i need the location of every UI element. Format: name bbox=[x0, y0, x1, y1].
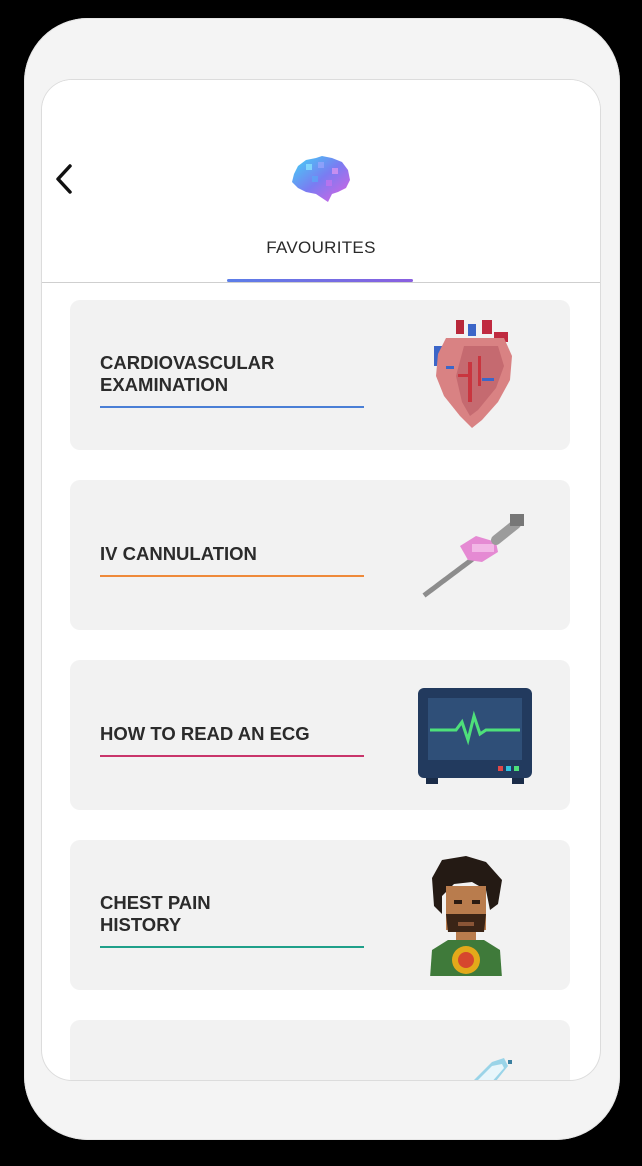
card-title-underline bbox=[100, 946, 364, 948]
back-button[interactable] bbox=[50, 158, 82, 200]
card-title-underline bbox=[100, 755, 364, 757]
tab-favourites[interactable]: FAVOURITES bbox=[42, 238, 600, 258]
header-divider bbox=[42, 282, 600, 283]
cannula-icon bbox=[412, 496, 542, 616]
card-title-underline bbox=[100, 575, 364, 577]
card-title-underline bbox=[100, 406, 364, 408]
chevron-left-icon bbox=[56, 164, 72, 194]
favourite-card-partial[interactable] bbox=[70, 1020, 570, 1080]
bacteria-icon bbox=[412, 1048, 542, 1080]
header: FAVOURITES bbox=[42, 80, 600, 284]
patient-avatar-icon bbox=[412, 856, 542, 976]
card-title: CHEST PAIN HISTORY bbox=[100, 892, 211, 935]
card-title: CARDIOVASCULAR EXAMINATION bbox=[100, 352, 275, 395]
brain-logo-icon bbox=[288, 152, 356, 208]
favourite-card-iv-cannulation[interactable]: IV CANNULATION bbox=[70, 480, 570, 630]
favourite-card-how-to-read-an-ecg[interactable]: HOW TO READ AN ECG bbox=[70, 660, 570, 810]
heart-icon bbox=[412, 316, 542, 436]
favourite-card-chest-pain-history[interactable]: CHEST PAIN HISTORY bbox=[70, 840, 570, 990]
card-title: HOW TO READ AN ECG bbox=[100, 723, 310, 744]
card-title: IV CANNULATION bbox=[100, 543, 257, 564]
ecg-monitor-icon bbox=[412, 676, 542, 796]
app-screen: FAVOURITES CARDIOVASCULAR EXAMINATION IV… bbox=[42, 80, 600, 1080]
favourite-card-cardiovascular-examination[interactable]: CARDIOVASCULAR EXAMINATION bbox=[70, 300, 570, 450]
